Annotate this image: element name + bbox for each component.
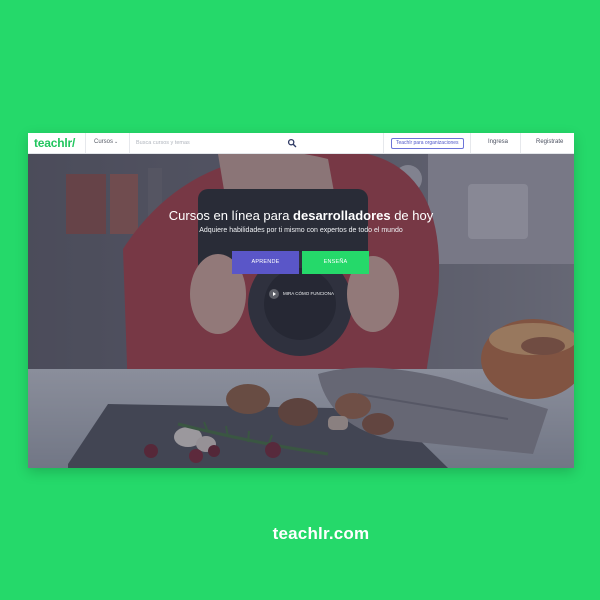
logo-slash-icon: / (71, 136, 76, 150)
login-link[interactable]: Ingresa (488, 139, 508, 145)
hero-title-emphasis: desarrolladores (293, 208, 391, 223)
site-url: teachlr.com (272, 524, 370, 543)
play-icon (269, 289, 279, 299)
chevron-down-icon: ⌄ (114, 139, 119, 145)
nav-divider (520, 133, 521, 153)
watch-label: MIRA CÓMO FUNCIONA (283, 291, 335, 296)
nav-divider (470, 133, 471, 153)
learn-button[interactable]: APRENDE (232, 251, 299, 274)
courses-label: Cursos (94, 139, 114, 145)
hero-dark-overlay (28, 154, 574, 468)
organizations-button[interactable]: Teachlr para organizaciones (391, 138, 464, 149)
search-input[interactable] (136, 137, 276, 149)
hero-section: Cursos en línea para desarrolladores de … (28, 154, 574, 468)
top-navbar: teachlr/ Cursos⌄ Teachlr para organizaci… (28, 133, 574, 154)
courses-dropdown[interactable]: Cursos⌄ (94, 139, 118, 145)
hero-title-prefix: Cursos en línea para (168, 208, 294, 223)
register-link[interactable]: Registrate (536, 139, 563, 145)
logo-text: teachlr (34, 136, 72, 150)
nav-divider (383, 133, 384, 153)
hero-title: Cursos en línea para desarrolladores de … (28, 208, 574, 223)
nav-divider (129, 133, 130, 153)
browser-screenshot: teachlr/ Cursos⌄ Teachlr para organizaci… (28, 133, 574, 468)
teach-button[interactable]: ENSEÑA (302, 251, 369, 274)
hero-subtitle: Adquiere habilidades por ti mismo con ex… (199, 227, 403, 234)
teachlr-logo[interactable]: teachlr/ (34, 136, 75, 150)
hero-title-suffix: de hoy (390, 208, 434, 223)
search-icon[interactable] (287, 138, 297, 148)
nav-divider (85, 133, 86, 153)
